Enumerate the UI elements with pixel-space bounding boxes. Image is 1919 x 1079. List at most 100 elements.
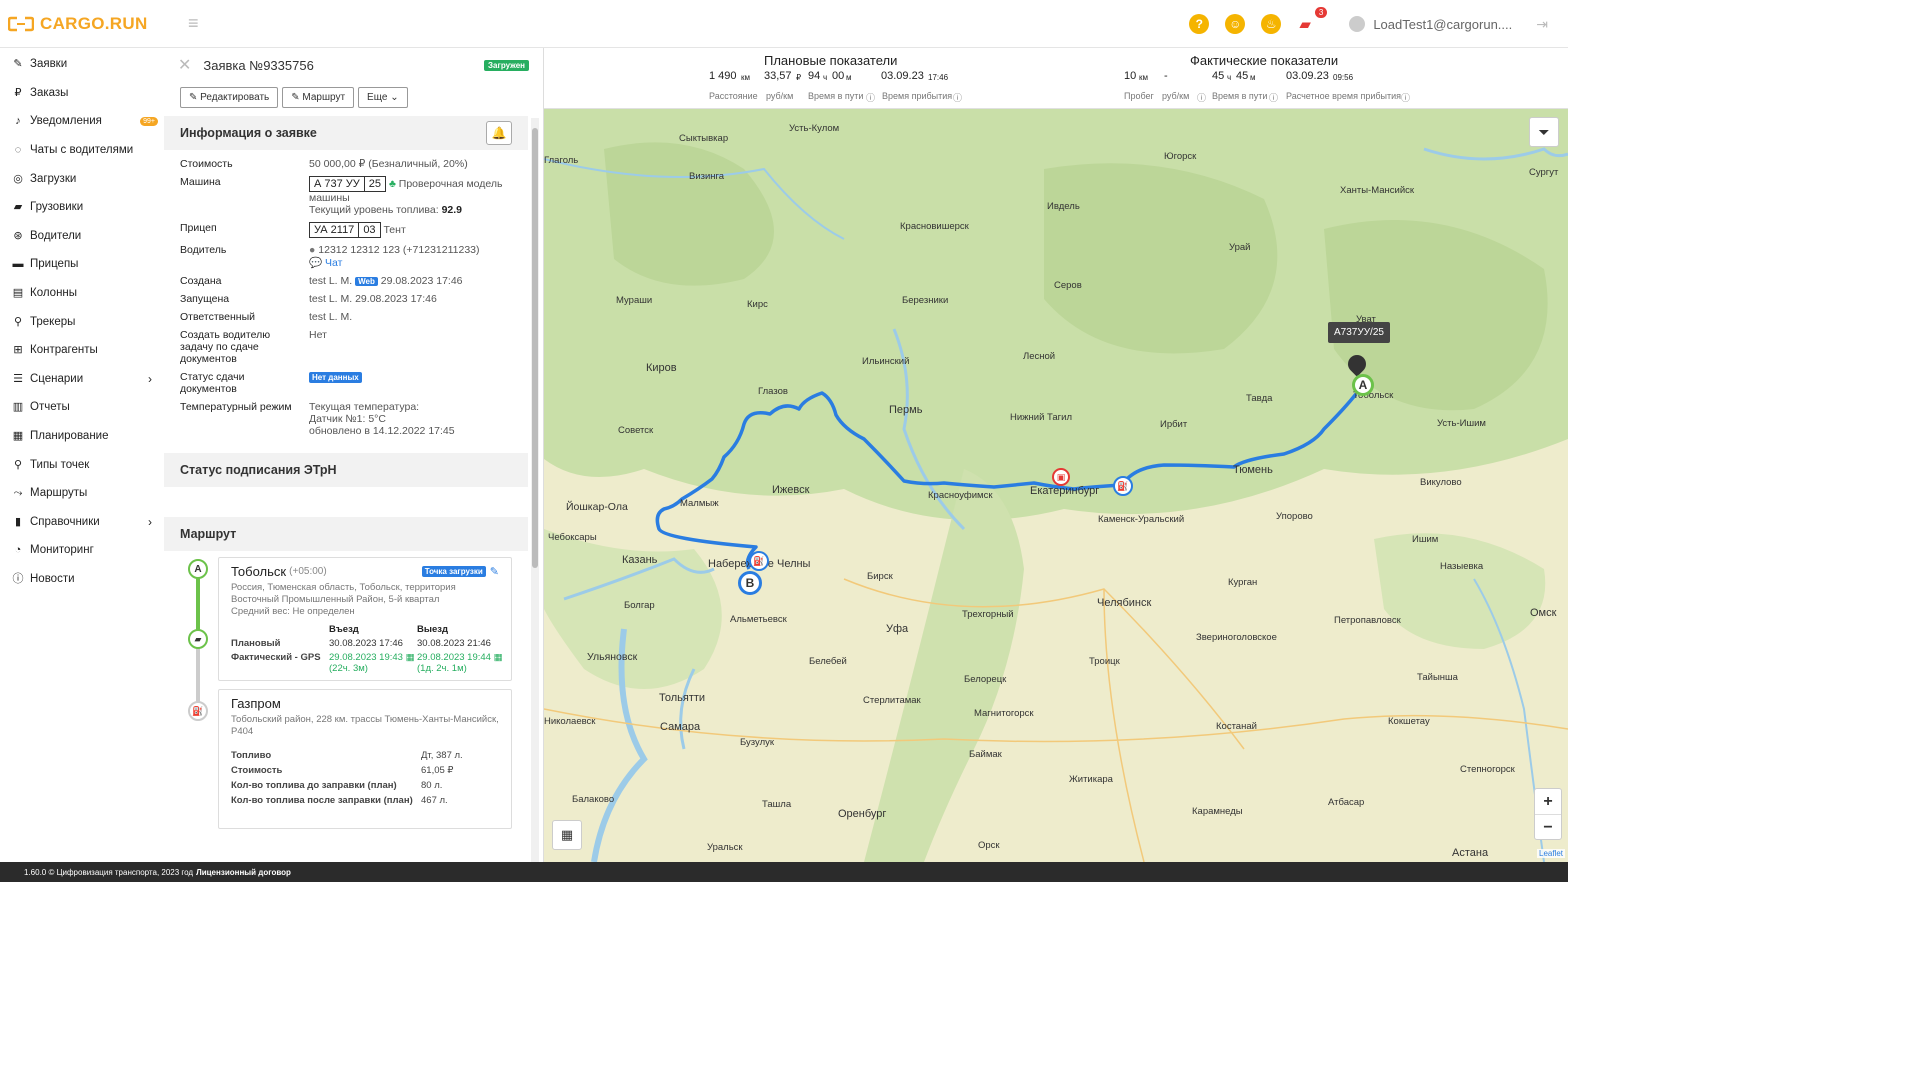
monitor-icon: ◔ <box>14 544 22 557</box>
calendar-icon: ▦ <box>493 652 503 663</box>
chat-icon[interactable]: ☺ <box>1225 14 1246 34</box>
map-city: Белорецк <box>964 674 1007 685</box>
truck-region: 25 <box>364 176 387 192</box>
truck-plate[interactable]: А 737 УУ <box>309 176 365 192</box>
map-city: Югорск <box>1164 151 1197 162</box>
gas-station-marker-icon[interactable]: ⛽ <box>749 551 769 571</box>
map-layers-button[interactable]: ▦ <box>552 820 582 850</box>
help-icon[interactable]: ⓘ <box>1269 91 1278 104</box>
more-dropdown[interactable]: Еще ⌄ <box>358 86 408 108</box>
fact-stats-title: Фактические показатели <box>1190 53 1339 68</box>
sidebar-item-trackers[interactable]: ⚲ Трекеры <box>0 307 164 336</box>
map-city: Нижний Тагил <box>1010 412 1072 423</box>
trailer-type: Тент <box>383 224 406 236</box>
gas-station-marker-icon[interactable]: ⛽ <box>1113 476 1133 496</box>
map-city: Белебей <box>809 656 847 667</box>
sidebar-item-monitoring[interactable]: ◔ Мониторинг <box>0 536 164 565</box>
trailer-plate[interactable]: УА 2117 <box>309 222 360 238</box>
sidebar-item-driver-chats[interactable]: ◌ Чаты с водителями <box>0 136 164 165</box>
help-icon[interactable]: ⓘ <box>953 91 962 104</box>
route-section-header: Маршрут <box>164 517 528 551</box>
sidebar-item-requests[interactable]: ✎ Заявки <box>0 50 164 79</box>
bell-icon: 🔔 <box>491 126 507 140</box>
map-area[interactable]: Плановые показатели 1 490 км 33,57 ₽ 94 ч 00… <box>544 48 1568 862</box>
vehicle-label: А737УУ/25 <box>1328 322 1390 343</box>
sidebar-item-orders[interactable]: ₽ Заказы <box>0 79 164 108</box>
sidebar-item-convoys[interactable]: ▤ Колонны <box>0 279 164 308</box>
sidebar-item-trucks[interactable]: ▰ Грузовики <box>0 193 164 222</box>
zoom-controls: + − <box>1534 788 1562 840</box>
sidebar-item-drivers[interactable]: ⊛ Водители <box>0 222 164 251</box>
logo-text: CARGO.RUN <box>40 13 148 33</box>
sidebar-item-contractors[interactable]: ⊞ Контрагенты <box>0 336 164 365</box>
bell-button[interactable]: 🔔 <box>486 121 512 145</box>
map-city: Бирск <box>867 571 893 582</box>
sidebar-item-planning[interactable]: ▦ Планирование <box>0 422 164 451</box>
zoom-out-button[interactable]: − <box>1535 815 1561 840</box>
hamburger-icon[interactable]: ≡ <box>188 13 199 34</box>
map-city: Костанай <box>1216 721 1257 732</box>
map-point-b-marker[interactable]: B <box>738 571 762 595</box>
sidebar-item-news[interactable]: ⓘ Новости <box>0 565 164 594</box>
map-city: Петропавловск <box>1334 615 1401 626</box>
sidebar-item-routes[interactable]: ⤳ Маршруты <box>0 479 164 508</box>
point-a-marker[interactable]: A <box>188 559 208 579</box>
map-city: Упорово <box>1276 511 1313 522</box>
map-city: Ирбит <box>1160 419 1188 430</box>
map-city: Ивдель <box>1047 201 1080 212</box>
top-bar: CARGO.RUN ≡ ? ☺ ♨ ▰ 3 LoadTest1@cargorun.… <box>0 0 1568 48</box>
map-city: Малмыж <box>680 498 719 509</box>
sidebar-item-point-types[interactable]: ⚲ Типы точек <box>0 450 164 479</box>
map-layers-icon: ▦ <box>560 827 574 842</box>
etrn-section-header[interactable]: Статус подписания ЭТрН <box>164 453 528 487</box>
edit-point-icon[interactable]: ✎ <box>490 565 499 578</box>
scrollbar-thumb[interactable] <box>532 128 538 568</box>
map-city: Сыктывкар <box>679 133 729 144</box>
logo[interactable]: CARGO.RUN <box>8 14 168 34</box>
driver-chat-link[interactable]: 💬 Чат <box>309 257 342 269</box>
panel-scrollbar[interactable] <box>531 118 539 862</box>
map-city: Пермь <box>889 404 923 416</box>
license-link[interactable]: Лицензионный договор <box>196 868 291 877</box>
user-avatar-icon <box>1349 16 1366 32</box>
help-icon[interactable]: ⓘ <box>1197 91 1206 104</box>
fire-icon[interactable]: ♨ <box>1261 14 1282 34</box>
help-icon[interactable]: ? <box>1189 14 1210 34</box>
help-icon[interactable]: ⓘ <box>1401 91 1410 104</box>
calendar-icon: ▦ <box>405 652 415 663</box>
logout-icon[interactable]: ⇥ <box>1536 16 1548 33</box>
parking-marker-icon[interactable]: ▣ <box>1052 468 1070 486</box>
order-actions: ✎ Редактировать ✎ Маршрут Еще ⌄ <box>164 82 543 112</box>
map-city: Сургут <box>1529 167 1559 178</box>
close-icon[interactable]: ✕ <box>178 55 191 75</box>
map-city: Трехгорный <box>962 609 1014 620</box>
truck-notification-icon[interactable]: ▰ 3 <box>1299 7 1328 33</box>
zoom-in-button[interactable]: + <box>1535 789 1561 815</box>
map-attribution[interactable]: Leaflet <box>1537 849 1566 858</box>
map-city: Тайынша <box>1417 672 1458 683</box>
sidebar-item-scenarios[interactable]: ☰ Сценарии › <box>0 365 164 394</box>
help-icon[interactable]: ⓘ <box>866 91 875 104</box>
trailer-region: 03 <box>359 222 381 238</box>
sidebar-item-reports[interactable]: ▥ Отчеты <box>0 393 164 422</box>
user-menu[interactable]: LoadTest1@cargorun.... <box>1349 16 1512 32</box>
map-city: Магнитогорск <box>974 708 1034 719</box>
point-a-times: Въезд Выезд Плановый 30.08.2023 17:46 30.08… <box>231 624 503 674</box>
sidebar-item-loads[interactable]: ◎ Загрузки <box>0 164 164 193</box>
point-gas-card[interactable]: Газпром Тобольский район, 228 км. трассы… <box>218 689 512 829</box>
map-canvas[interactable]: Сыктывкар Усть-Кулом Визинга Югорск Хант… <box>544 109 1568 862</box>
map-filter-button[interactable]: ⏷ <box>1529 117 1559 147</box>
chevron-down-icon: ⌄ <box>390 91 399 103</box>
sidebar-item-notifications[interactable]: ♪ Уведомления 99+ <box>0 107 164 136</box>
map-city: Йошкар-Ола <box>566 501 628 513</box>
sidebar-item-dictionaries[interactable]: ▮ Справочники › <box>0 508 164 537</box>
driver-value[interactable]: 12312 12312 123 (+71231211233) <box>318 244 479 256</box>
map-city: Киров <box>646 362 677 374</box>
sidebar-item-trailers[interactable]: ▬ Прицепы <box>0 250 164 279</box>
map-city: Викулово <box>1420 477 1462 488</box>
route-button[interactable]: ✎ Маршрут <box>282 86 355 108</box>
notification-badge: 3 <box>1314 7 1328 18</box>
map-point-a-marker[interactable]: A <box>1352 374 1374 396</box>
edit-button[interactable]: ✎ Редактировать <box>180 86 279 108</box>
point-a-card[interactable]: Тобольск (+05:00) Точка загрузки ✎ Росси… <box>218 557 512 681</box>
